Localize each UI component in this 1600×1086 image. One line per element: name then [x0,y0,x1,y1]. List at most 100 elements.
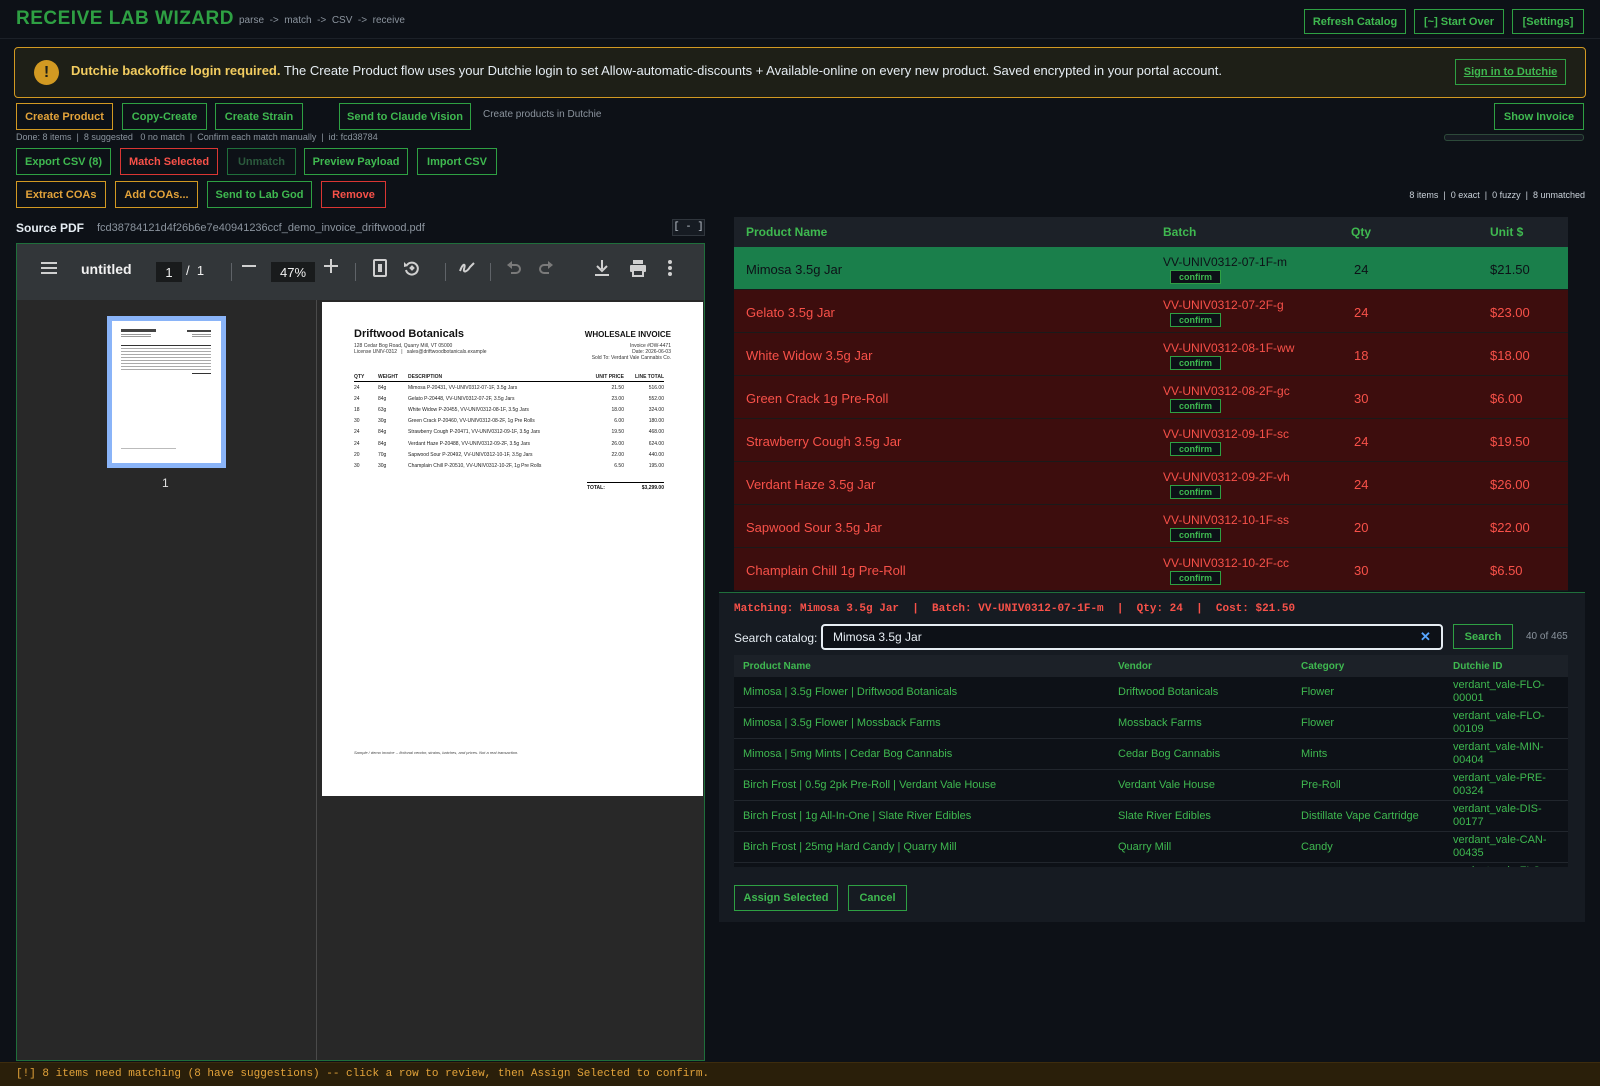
redo-icon[interactable] [538,261,554,280]
send-lab-god-button[interactable]: Send to Lab God [207,181,312,208]
catalog-row[interactable]: Mimosa | 3.5g Flower | Mossback Farms Mos… [734,708,1568,739]
pdf-viewer[interactable]: untitled 1 / 1 47% 1 Driftwood Botanical… [16,243,705,1061]
invoice-item-row[interactable]: Mimosa 3.5g Jar VV-UNIV0312-07-1F-m confir… [734,247,1568,290]
invoice-total-label: TOTAL: [587,485,605,491]
item-qty: 30 [1354,563,1369,578]
confirm-button[interactable]: confirm [1170,485,1221,499]
matching-summary: Matching: Mimosa 3.5g Jar | Batch: VV-UN… [734,603,1296,615]
catalog-row[interactable]: Mimosa | 5mg Mints | Cedar Bog Cannabis C… [734,739,1568,770]
pdf-zoom-level[interactable]: 47% [271,262,315,282]
start-over-button[interactable]: [~] Start Over [1414,9,1504,34]
annotate-icon[interactable] [458,259,476,282]
add-coas-button[interactable]: Add COAs... [115,181,198,208]
invoice-item-row[interactable]: Green Crack 1g Pre-Roll VV-UNIV0312-08-2F… [734,376,1568,419]
confirm-button[interactable]: confirm [1170,571,1221,585]
sign-in-dutchie-button[interactable]: Sign in to Dutchie [1455,59,1566,85]
col-dutchie-id: Dutchie ID [1453,661,1503,672]
catalog-search-input[interactable]: Mimosa 3.5g Jar [821,624,1443,650]
item-unit-price: $22.00 [1490,520,1530,535]
catalog-row[interactable]: Mimosa | 3.5g Flower | Driftwood Botanic… [734,677,1568,708]
invoice-line: 30 30g Green Crack P-20460, VV-UNIV0312-08… [354,416,664,427]
invoice-item-row[interactable]: White Widow 3.5g Jar VV-UNIV0312-08-1F-ww… [734,333,1568,376]
confirm-button[interactable]: confirm [1170,399,1221,413]
wizard-steps: parse -> match -> CSV -> receive [239,15,405,26]
invoice-cell: 84g [378,395,387,402]
zoom-in-icon[interactable] [324,259,338,278]
download-icon[interactable] [594,259,610,282]
invoice-cell: 21.50 [611,384,624,391]
item-batch: VV-UNIV0312-08-1F-ww [1163,341,1295,355]
invoice-cell: 324.00 [648,406,664,413]
export-csv-button[interactable]: Export CSV (8) [16,148,111,175]
invoice-cell: 63g [378,406,387,413]
col-category: Category [1301,661,1345,672]
refresh-catalog-button[interactable]: Refresh Catalog [1304,9,1406,34]
clear-search-icon[interactable]: ✕ [1420,629,1431,645]
toolbar-divider [445,263,446,281]
create-product-button[interactable]: Create Product [16,103,113,130]
invoice-item-row[interactable]: Champlain Chill 1g Pre-Roll VV-UNIV0312-1… [734,548,1568,591]
item-unit-price: $21.50 [1490,262,1530,277]
preview-payload-button[interactable]: Preview Payload [304,148,408,175]
pdf-page-input[interactable]: 1 [156,262,182,282]
col-batch: Batch [1163,225,1197,239]
catalog-vendor: Quarry Mill [1118,841,1172,853]
match-selected-button[interactable]: Match Selected [120,148,218,175]
invoice-item-row[interactable]: Gelato 3.5g Jar VV-UNIV0312-07-2F-g confir… [734,290,1568,333]
send-claude-vision-button[interactable]: Send to Claude Vision [339,103,471,130]
source-filename: fcd38784121d4f26b6e7e40941236ccf_demo_in… [97,222,425,234]
invoice-item-row[interactable]: Verdant Haze 3.5g Jar VV-UNIV0312-09-2F-v… [734,462,1568,505]
confirm-button[interactable]: confirm [1170,442,1221,456]
invoice-item-row[interactable]: Strawberry Cough 3.5g Jar VV-UNIV0312-09-… [734,419,1568,462]
confirm-button[interactable]: confirm [1170,356,1221,370]
extract-coas-button[interactable]: Extract COAs [16,181,106,208]
settings-button[interactable]: [Settings] [1512,9,1584,34]
invoice-cell: Mimosa P-20431, VV-UNIV0312-07-1F, 3.5g … [408,384,518,391]
menu-icon[interactable] [41,261,57,280]
invoice-cell: 180.00 [648,418,664,425]
invoice-col-header: DESCRIPTION [408,373,584,382]
create-strain-button[interactable]: Create Strain [215,103,303,130]
item-name: Verdant Haze 3.5g Jar [746,477,876,492]
catalog-row[interactable]: Birch Frost | 0.5g 2pk Pre-Roll | Verdan… [734,770,1568,801]
catalog-vendor: Mossback Farms [1118,717,1202,729]
invoice-item-row[interactable]: Sapwood Sour 3.5g Jar VV-UNIV0312-10-1F-s… [734,505,1568,548]
undo-icon[interactable] [506,261,522,280]
item-name: Strawberry Cough 3.5g Jar [746,434,902,449]
invoice-cell: 24 [354,440,360,447]
catalog-row[interactable]: Birch Frost | 25mg Hard Candy | Quarry M… [734,832,1568,863]
item-unit-price: $6.00 [1490,391,1523,406]
col-vendor: Vendor [1118,661,1152,672]
rotate-icon[interactable] [403,259,421,282]
search-button[interactable]: Search [1453,624,1513,649]
print-icon[interactable] [629,259,647,282]
more-options-icon[interactable] [668,260,672,281]
catalog-row[interactable]: Birch Frost | 3.5g Flower | Cedar Bog Ca… [734,863,1568,867]
fit-page-icon[interactable] [373,259,387,282]
catalog-row[interactable]: Birch Frost | 1g All-In-One | Slate Rive… [734,801,1568,832]
confirm-button[interactable]: confirm [1170,313,1221,327]
cancel-button[interactable]: Cancel [848,885,907,911]
catalog-product-name: Mimosa | 3.5g Flower | Driftwood Botanic… [743,686,958,698]
confirm-button[interactable]: confirm [1170,528,1221,542]
invoice-cell: 22.00 [611,451,624,458]
zoom-out-icon[interactable] [242,259,256,278]
pdf-doc-title: untitled [81,261,132,277]
confirm-button[interactable]: confirm [1170,270,1221,284]
page-thumbnail[interactable] [107,316,226,468]
invoice-line: 20 70g Sapwood Sour P-20492, VV-UNIV0312-1… [354,449,664,460]
assign-selected-button[interactable]: Assign Selected [734,885,838,911]
copy-create-button[interactable]: Copy-Create [122,103,207,130]
import-csv-button[interactable]: Import CSV [417,148,497,175]
invoice-cell: 20 [354,451,360,458]
action-note: Create products in Dutchie [483,109,602,120]
show-invoice-button[interactable]: Show Invoice [1494,103,1584,130]
item-batch: VV-UNIV0312-08-2F-gc [1163,384,1290,398]
status-footer: [!] 8 items need matching (8 have sugges… [0,1062,1600,1086]
unmatch-button[interactable]: Unmatch [227,148,296,175]
collapse-pdf-button[interactable]: [ - ] [672,219,705,236]
catalog-vendor: Verdant Vale House [1118,779,1216,791]
login-warning-banner: ! Dutchie backoffice login required. The… [14,47,1586,98]
invoice-sold-to: Sold To: Verdant Vale Cannabis Co. [591,355,671,361]
remove-button[interactable]: Remove [321,181,386,208]
